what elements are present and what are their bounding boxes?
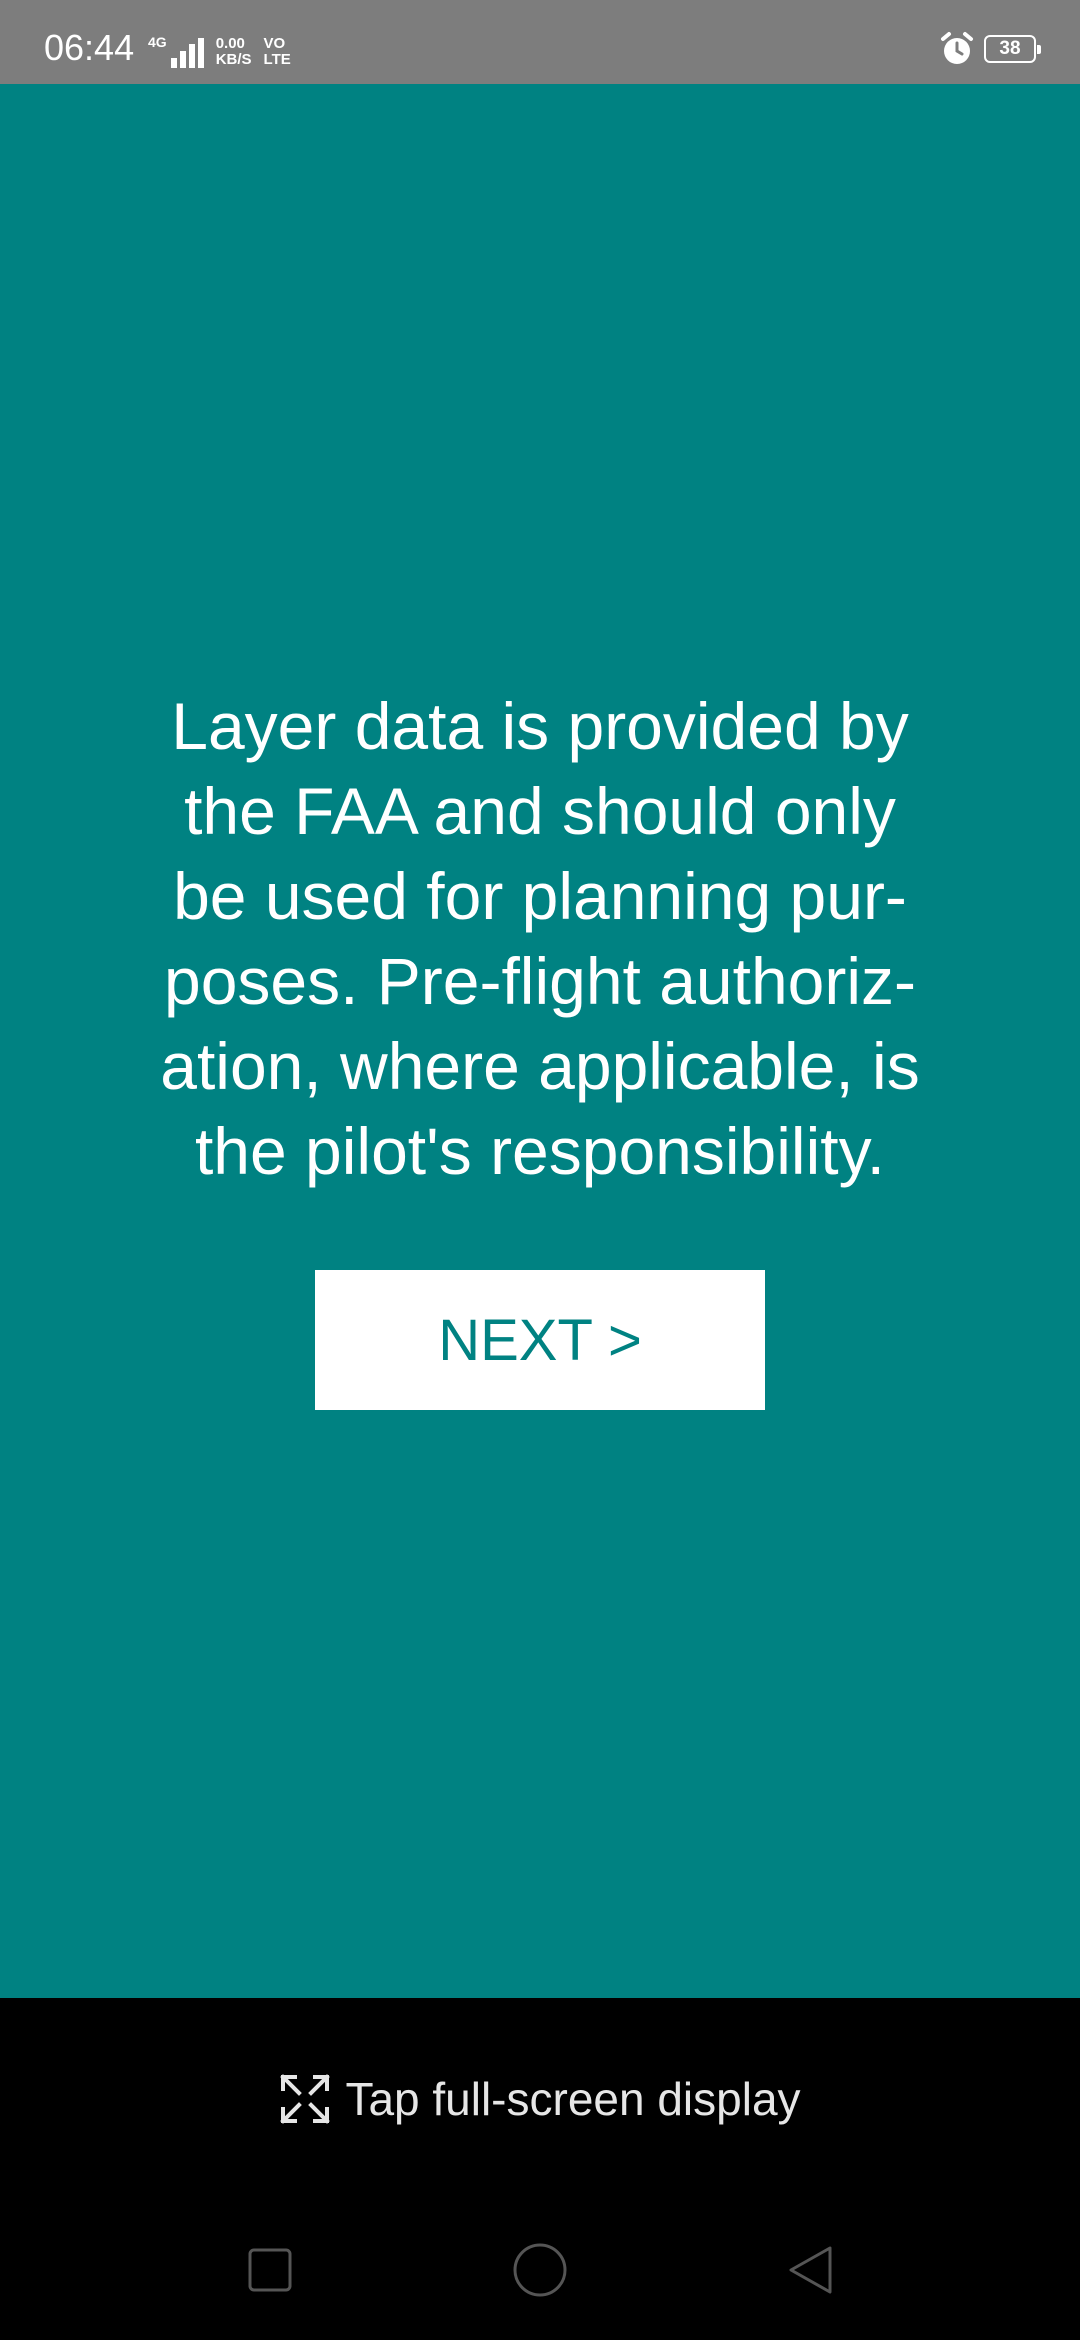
signal-bars [170,36,204,68]
next-button[interactable]: NEXT > [315,1270,765,1410]
data-speed-unit: KB/S [215,51,252,68]
signal-icon: 4G [148,34,204,68]
disclaimer-line: poses. Pre-flight authoriz- [163,944,916,1018]
home-icon [512,2242,568,2303]
back-button[interactable] [780,2242,840,2302]
expand-icon [279,2073,331,2125]
disclaimer-line: the pilot's responsibility. [194,1114,886,1188]
app-content: Layer data is provided by the FAA and sh… [0,84,1080,1998]
status-right: 38 [938,30,1041,68]
data-speed: 0.00 KB/S [216,36,252,68]
home-button[interactable] [510,2242,570,2302]
disclaimer-line: the FAA and should only [184,774,896,848]
data-speed-value: 0.00 [215,35,245,52]
alarm-icon [938,30,976,68]
volte-indicator: VO LTE [264,36,291,68]
fullscreen-display-prompt[interactable]: Tap full-screen display [0,2066,1080,2132]
network-indicators: 4G 0.00 KB/S VO LTE [148,34,291,68]
disclaimer-line: ation, where applicable, is [160,1029,920,1103]
status-bar: 06:44 4G 0.00 KB/S VO LTE 38 [0,0,1080,84]
faa-disclaimer-text: Layer data is provided by the FAA and sh… [120,684,960,1194]
disclaimer-line: be used for planning pur- [173,859,907,933]
status-time: 06:44 [44,27,135,68]
fullscreen-display-label: Tap full-screen display [345,2073,801,2125]
battery-icon: 38 [984,35,1041,63]
recent-apps-icon [247,2247,293,2298]
disclaimer-line: Layer data is provided by [171,689,909,763]
back-icon [785,2244,835,2301]
navigation-bar [0,2220,1080,2320]
volte-bottom: LTE [263,51,291,68]
recent-apps-button[interactable] [240,2242,300,2302]
phone-screen: 06:44 4G 0.00 KB/S VO LTE 38 Layer data … [0,0,1080,2340]
network-type: 4G [148,34,167,50]
volte-top: VO [263,35,286,52]
